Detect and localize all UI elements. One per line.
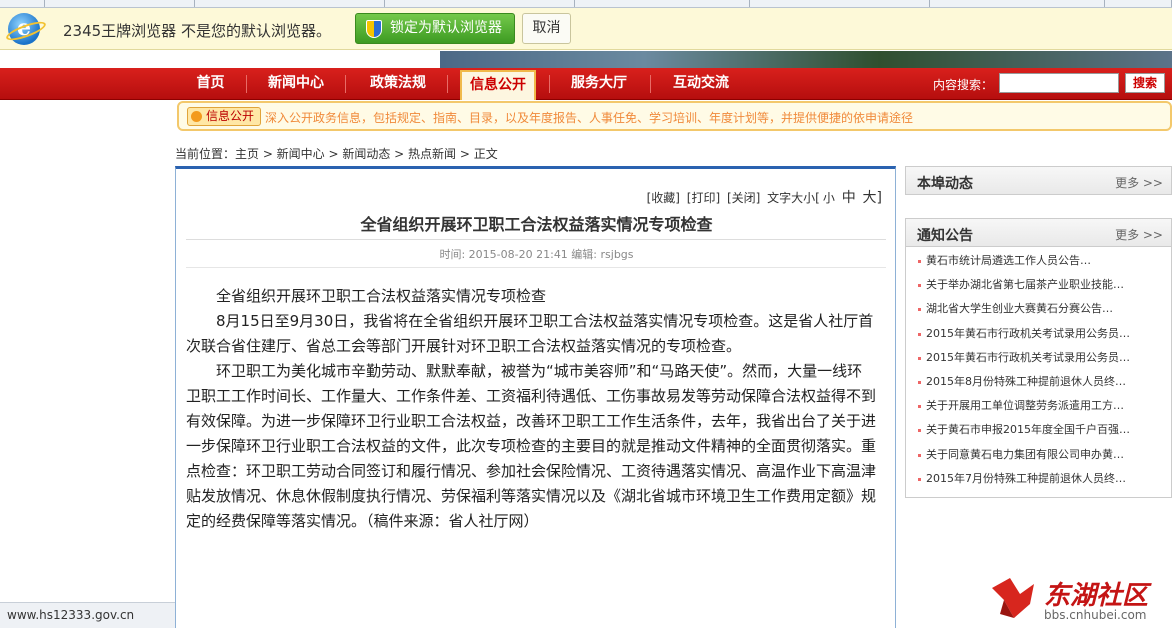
nav-interaction[interactable]: 互动交流 xyxy=(663,68,739,100)
notice-item[interactable]: 关于举办湖北省第七届茶产业职业技能… xyxy=(906,273,1171,297)
donghu-logo-icon xyxy=(992,578,1034,618)
local-news-more-link[interactable]: 更多 >> xyxy=(1115,174,1163,191)
divider xyxy=(186,267,886,268)
browser-tab-strip[interactable] xyxy=(0,0,1172,8)
donghu-community-watermark: 东湖社区 bbs.cnhubei.com xyxy=(990,574,1170,628)
nav-policies[interactable]: 政策法规 xyxy=(360,68,436,100)
notice-item[interactable]: 2015年7月份特殊工种提前退休人员终… xyxy=(906,467,1171,491)
notices-more-link[interactable]: 更多 >> xyxy=(1115,226,1163,243)
notice-item[interactable]: 关于黄石市申报2015年度全国千户百强… xyxy=(906,418,1171,442)
local-news-panel: 本埠动态 更多 >> xyxy=(905,166,1172,195)
font-size-label: 文字大小[ xyxy=(767,191,820,205)
article-tools: [收藏] [打印] [关闭] 文字大小[小 中 大] xyxy=(644,187,882,207)
search-input[interactable] xyxy=(999,73,1119,93)
local-news-header: 本埠动态 更多 >> xyxy=(906,167,1171,195)
info-disclosure-subbar: 信息公开 深入公开政务信息，包括规定、指南、目录，以及年度报告、人事任免、学习培… xyxy=(177,101,1172,131)
watermark-url: bbs.cnhubei.com xyxy=(1044,608,1147,622)
notice-item[interactable]: 黄石市统计局遴选工作人员公告… xyxy=(906,249,1171,273)
notice-item[interactable]: 关于同意黄石电力集团有限公司申办黄… xyxy=(906,443,1171,467)
font-medium-link[interactable]: 中 xyxy=(842,190,856,206)
watermark-name: 东湖社区 xyxy=(1044,581,1149,611)
info-disclosure-description: 深入公开政务信息，包括规定、指南、目录，以及年度报告、人事任免、学习培训、年度计… xyxy=(265,111,914,125)
infobar-message: 2345王牌浏览器 不是您的默认浏览器。 xyxy=(63,22,331,40)
set-default-browser-button[interactable]: 锁定为默认浏览器 xyxy=(355,13,515,44)
nav-divider xyxy=(447,75,448,93)
nav-news-center[interactable]: 新闻中心 xyxy=(258,68,334,100)
favorite-link[interactable]: [收藏] xyxy=(647,191,680,205)
article-meta: 时间: 2015-08-20 21:41 编辑: rsjbgs xyxy=(439,248,634,261)
notices-title: 通知公告 xyxy=(917,228,973,244)
notice-item[interactable]: 关于开展用工单位调整劳务派遣用工方… xyxy=(906,394,1171,418)
nav-info-disclosure[interactable]: 信息公开 xyxy=(460,70,536,100)
nav-divider xyxy=(345,75,346,93)
notices-panel: 通知公告 更多 >> 黄石市统计局遴选工作人员公告… 关于举办湖北省第七届茶产业… xyxy=(905,218,1172,498)
local-news-title: 本埠动态 xyxy=(917,176,973,192)
main-nav: 首页 新闻中心 政策法规 信息公开 服务大厅 互动交流 内容搜索： 搜索 xyxy=(0,68,1172,100)
notice-item[interactable]: 湖北省大学生创业大赛黄石分赛公告… xyxy=(906,297,1171,321)
article-title: 全省组织开展环卫职工合法权益落实情况专项检查 xyxy=(360,215,713,234)
notices-list: 黄石市统计局遴选工作人员公告… 关于举办湖北省第七届茶产业职业技能… 湖北省大学… xyxy=(906,247,1171,491)
article-paragraph: 全省组织开展环卫职工合法权益落实情况专项检查 xyxy=(216,287,547,305)
cancel-button[interactable]: 取消 xyxy=(522,13,571,44)
font-large-link[interactable]: 大] xyxy=(863,190,882,206)
set-default-browser-label: 锁定为默认浏览器 xyxy=(390,20,502,36)
print-link[interactable]: [打印] xyxy=(687,191,720,205)
font-small-link[interactable]: 小 xyxy=(823,191,835,205)
site-banner-image xyxy=(0,51,1172,68)
divider xyxy=(186,239,886,240)
status-url: www.hs12333.gov.cn xyxy=(7,608,135,622)
breadcrumb: 当前位置：主页 > 新闻中心 > 新闻动态 > 热点新闻 > 正文 xyxy=(175,147,498,161)
browser-status-bar: www.hs12333.gov.cn xyxy=(0,602,175,628)
close-link[interactable]: [关闭] xyxy=(727,191,760,205)
nav-divider xyxy=(246,75,247,93)
nav-service-hall[interactable]: 服务大厅 xyxy=(561,68,637,100)
article-body: 全省组织开展环卫职工合法权益落实情况专项检查 8月15日至9月30日，我省将在全… xyxy=(186,284,876,534)
article-panel: [收藏] [打印] [关闭] 文字大小[小 中 大] 全省组织开展环卫职工合法权… xyxy=(175,166,896,628)
nav-divider xyxy=(650,75,651,93)
article-paragraph: 环卫职工为美化城市辛勤劳动、默默奉献，被誉为“城市美容师”和“马路天使”。然而，… xyxy=(186,362,877,530)
nav-divider xyxy=(549,75,550,93)
notice-item[interactable]: 2015年黄石市行政机关考试录用公务员… xyxy=(906,346,1171,370)
search-label: 内容搜索： xyxy=(933,78,994,92)
notices-header: 通知公告 更多 >> xyxy=(906,219,1171,247)
search-button[interactable]: 搜索 xyxy=(1125,73,1165,93)
ie-browser-icon: e xyxy=(8,13,40,45)
article-paragraph: 8月15日至9月30日，我省将在全省组织开展环卫职工合法权益落实情况专项检查。这… xyxy=(186,312,874,355)
nav-home[interactable]: 首页 xyxy=(183,68,238,100)
notice-item[interactable]: 2015年黄石市行政机关考试录用公务员… xyxy=(906,322,1171,346)
default-browser-infobar: e 2345王牌浏览器 不是您的默认浏览器。 锁定为默认浏览器 取消 xyxy=(0,8,1172,50)
notice-item[interactable]: 2015年8月份特殊工种提前退休人员终… xyxy=(906,370,1171,394)
shield-icon xyxy=(366,20,382,38)
info-disclosure-badge: 信息公开 xyxy=(187,107,261,126)
